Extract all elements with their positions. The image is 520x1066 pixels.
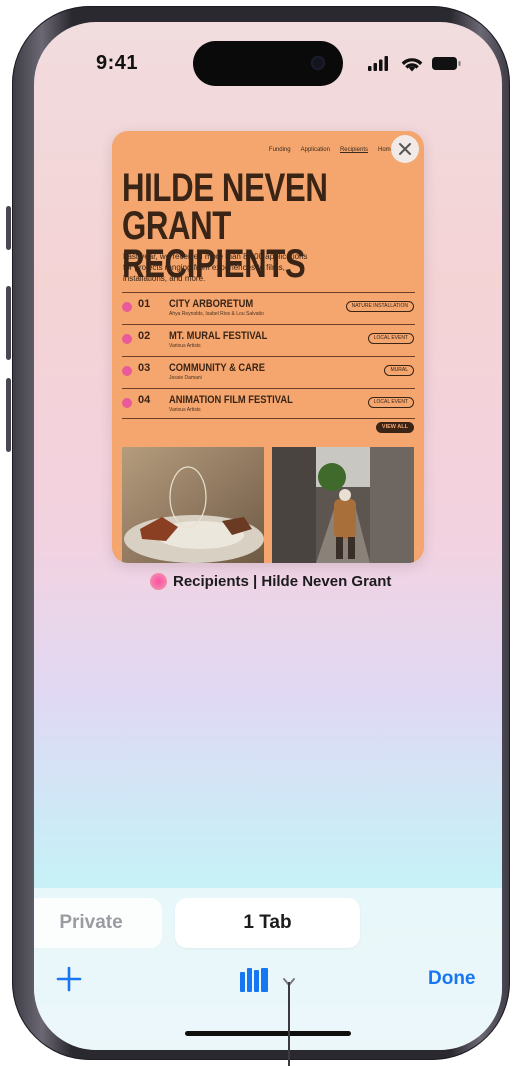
arrow-bullet-icon xyxy=(122,366,132,376)
recipient-artists: Various Artists xyxy=(169,407,201,413)
new-tab-button[interactable] xyxy=(56,966,82,992)
screen: 9:41 Funding Application Recipients Home… xyxy=(34,22,502,1050)
recipient-number: 01 xyxy=(138,298,151,310)
list-item: 03 COMMUNITY & CARE Jessie Damani MURAL xyxy=(122,356,415,388)
recipient-artists: Various Artists xyxy=(169,343,201,349)
arrow-bullet-icon xyxy=(122,398,132,408)
recipient-number: 04 xyxy=(138,394,151,406)
sculpture-photo xyxy=(122,447,264,563)
arrow-bullet-icon xyxy=(122,334,132,344)
recipient-name: CITY ARBORETUM xyxy=(169,298,254,310)
arrow-bullet-icon xyxy=(122,302,132,312)
list-item: 01 CITY ARBORETUM Ahya Reynolds, Isabel … xyxy=(122,292,415,324)
cellular-signal-icon xyxy=(368,56,388,71)
volume-down-button xyxy=(6,378,11,452)
action-button xyxy=(6,206,11,250)
divider xyxy=(122,418,415,419)
tab-groups-button[interactable] xyxy=(238,964,302,996)
site-nav-link: Application xyxy=(300,147,330,153)
battery-icon xyxy=(432,57,461,70)
tab-title-label: Recipients | Hilde Neven Grant xyxy=(150,573,391,590)
done-button[interactable]: Done xyxy=(428,968,476,990)
status-icons xyxy=(366,54,466,74)
dynamic-island xyxy=(193,41,343,86)
status-time: 9:41 xyxy=(96,52,139,74)
site-nav: Funding Application Recipients Home xyxy=(269,147,394,153)
recipient-artists: Ahya Reynolds, Isabel Rios & Lou Salvati… xyxy=(169,311,264,317)
recipient-list: 01 CITY ARBORETUM Ahya Reynolds, Isabel … xyxy=(122,292,415,420)
close-icon xyxy=(399,143,411,155)
plus-icon xyxy=(56,966,82,992)
recipient-name: MT. MURAL FESTIVAL xyxy=(169,330,268,342)
segment-private[interactable]: Private xyxy=(34,898,162,948)
home-indicator xyxy=(185,1031,351,1036)
tab-preview-card[interactable]: Funding Application Recipients Home HILD… xyxy=(112,131,424,563)
view-all-button: VIEW ALL xyxy=(375,422,414,433)
callout-line xyxy=(288,982,290,1066)
recipient-artists: Jessie Damani xyxy=(169,375,202,381)
site-intro: Last year, we received more than 8,000 a… xyxy=(123,252,308,283)
tab-title-text: Recipients | Hilde Neven Grant xyxy=(173,573,392,590)
list-item: 04 ANIMATION FILM FESTIVAL Various Artis… xyxy=(122,388,415,420)
site-nav-link: Recipients xyxy=(339,147,368,153)
library-icon xyxy=(240,968,268,992)
recipient-name: COMMUNITY & CARE xyxy=(169,362,265,374)
site-nav-link: Funding xyxy=(268,147,291,153)
wifi-icon xyxy=(401,58,423,72)
volume-up-button xyxy=(6,286,11,360)
recipient-number: 02 xyxy=(138,330,151,342)
recipient-tag: LOCAL EVENT xyxy=(367,397,414,408)
site-favicon-icon xyxy=(150,573,167,590)
recipient-name: ANIMATION FILM FESTIVAL xyxy=(169,394,293,406)
list-item: 02 MT. MURAL FESTIVAL Various Artists LO… xyxy=(122,324,415,356)
recipient-number: 03 xyxy=(138,362,151,374)
close-tab-button[interactable] xyxy=(391,135,419,163)
recipient-tag: MURAL xyxy=(384,365,414,376)
segment-tabs[interactable]: 1 Tab xyxy=(175,898,360,948)
camera-icon xyxy=(311,56,325,70)
street-photo xyxy=(272,447,414,563)
recipient-tag: NATURE INSTALLATION xyxy=(345,301,414,312)
recipient-tag: LOCAL EVENT xyxy=(367,333,414,344)
